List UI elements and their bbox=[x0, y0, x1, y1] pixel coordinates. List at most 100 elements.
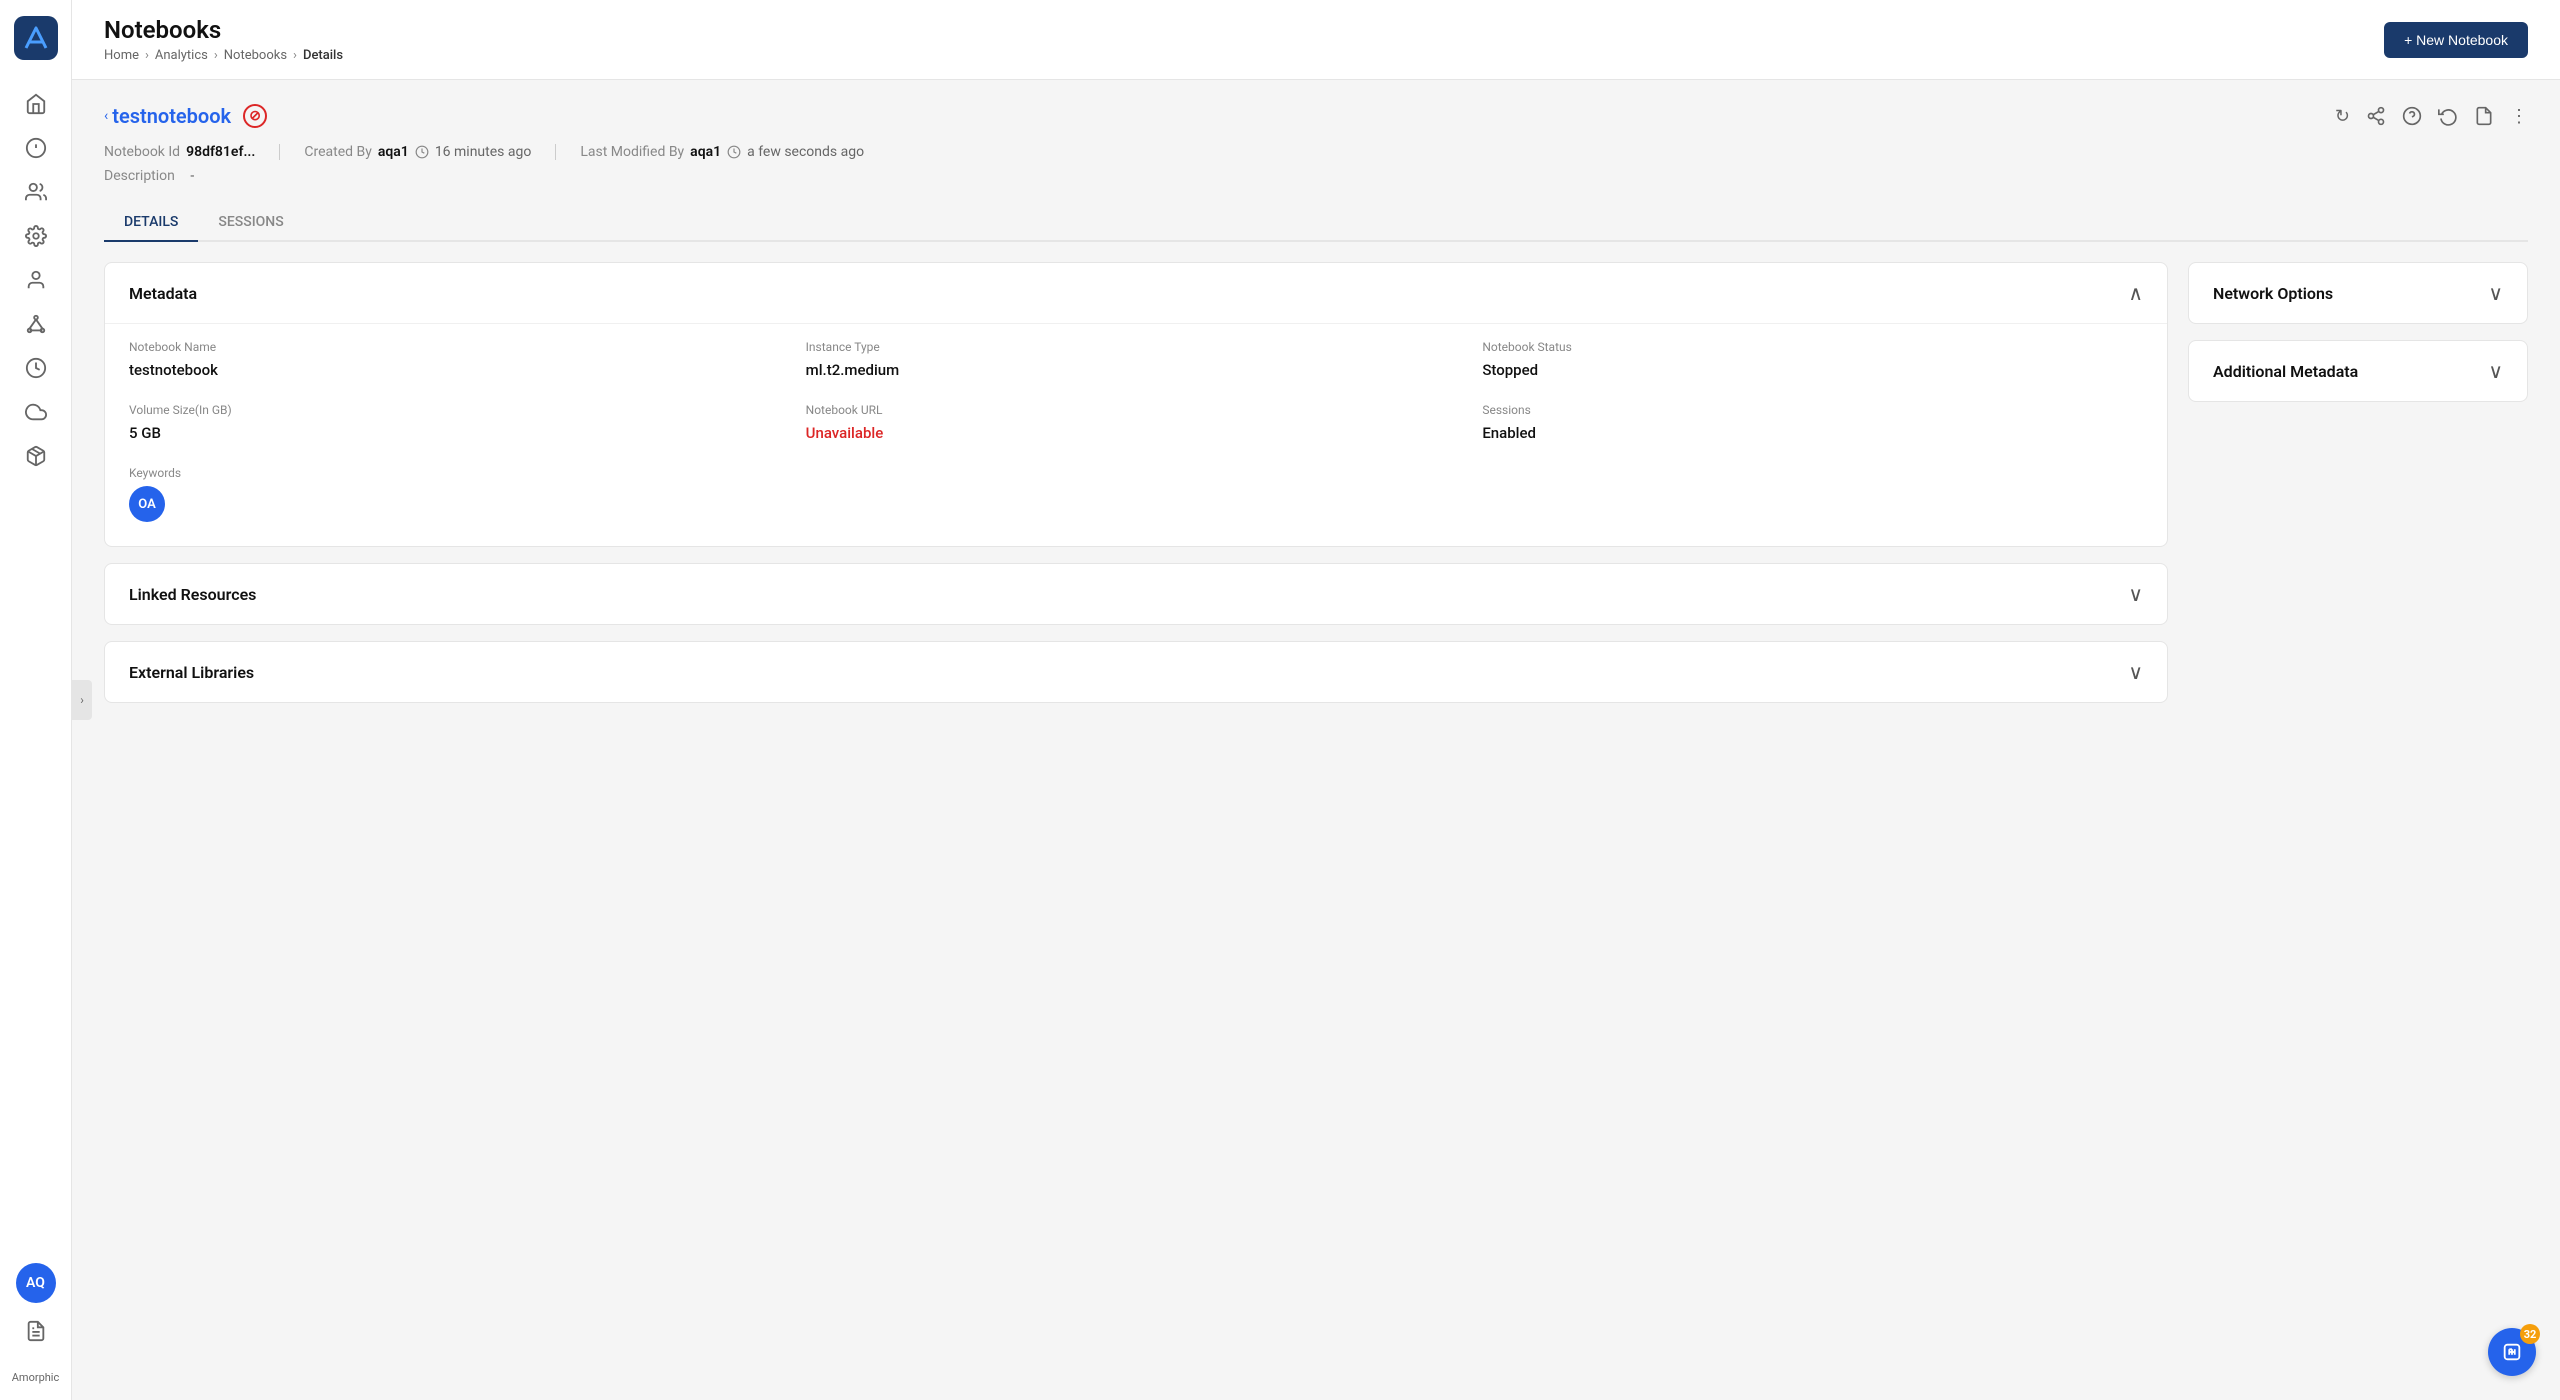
content-area: ‹ testnotebook ⊘ ↻ bbox=[72, 80, 2560, 1400]
instance-type-field: Instance Type ml.t2.medium bbox=[806, 340, 1467, 379]
linked-resources-chevron[interactable]: ∨ bbox=[2128, 582, 2143, 606]
notebook-id-value: 98df81ef... bbox=[186, 144, 255, 160]
linked-resources-header[interactable]: Linked Resources ∨ bbox=[105, 564, 2167, 624]
sessions-label: Sessions bbox=[1482, 403, 2143, 417]
notebook-status-value: Stopped bbox=[1482, 361, 1538, 379]
sidebar: AQ Amorphic bbox=[0, 0, 72, 1400]
sidebar-bottom: AQ Amorphic bbox=[12, 1263, 60, 1384]
side-column: Network Options ∨ Additional Metadata ∨ bbox=[2188, 262, 2528, 402]
back-arrow: ‹ bbox=[104, 108, 108, 124]
more-icon[interactable]: ⋮ bbox=[2510, 106, 2528, 127]
page-header-left: ‹ testnotebook ⊘ bbox=[104, 104, 267, 128]
keyword-tag-oa: OA bbox=[129, 486, 165, 522]
notebook-name-value: testnotebook bbox=[129, 361, 218, 379]
metadata-card-body: Notebook Name testnotebook Instance Type… bbox=[105, 323, 2167, 546]
notebook-name-label: Notebook Name bbox=[129, 340, 790, 354]
two-column-layout: Metadata ∧ Notebook Name testnotebook In… bbox=[104, 262, 2528, 703]
volume-size-value: 5 GB bbox=[129, 424, 161, 442]
top-header: Notebooks Home › Analytics › Notebooks ›… bbox=[72, 0, 2560, 80]
keywords-label: Keywords bbox=[129, 466, 2143, 480]
external-libraries-chevron[interactable]: ∨ bbox=[2128, 660, 2143, 684]
sidebar-item-package[interactable] bbox=[16, 436, 56, 476]
modified-by-meta: Last Modified By aqa1 a few seconds ago bbox=[580, 144, 888, 160]
external-libraries-card: External Libraries ∨ bbox=[104, 641, 2168, 703]
document-icon[interactable] bbox=[2474, 106, 2494, 126]
sidebar-item-network[interactable] bbox=[16, 304, 56, 344]
share-icon[interactable] bbox=[2366, 106, 2386, 126]
notebook-url-label: Notebook URL bbox=[806, 403, 1467, 417]
volume-size-label: Volume Size(In GB) bbox=[129, 403, 790, 417]
additional-metadata-card: Additional Metadata ∨ bbox=[2188, 340, 2528, 402]
external-libraries-header[interactable]: External Libraries ∨ bbox=[105, 642, 2167, 702]
sidebar-item-analytics[interactable] bbox=[16, 128, 56, 168]
modified-by-label: Last Modified By bbox=[580, 144, 684, 160]
metadata-chevron-up[interactable]: ∧ bbox=[2128, 281, 2143, 305]
created-by-user: aqa1 bbox=[378, 144, 409, 160]
sidebar-item-cloud[interactable] bbox=[16, 392, 56, 432]
history-icon[interactable] bbox=[2438, 106, 2458, 126]
modified-time: a few seconds ago bbox=[747, 144, 864, 160]
additional-metadata-header[interactable]: Additional Metadata ∨ bbox=[2189, 341, 2527, 401]
keywords-field: Keywords OA bbox=[129, 466, 2143, 522]
tab-details[interactable]: DETAILS bbox=[104, 204, 198, 242]
sidebar-collapse-button[interactable]: › bbox=[72, 680, 92, 720]
help-icon[interactable] bbox=[2402, 106, 2422, 126]
sidebar-item-home[interactable] bbox=[16, 84, 56, 124]
meta-row: Notebook Id 98df81ef... Created By aqa1 … bbox=[104, 144, 2528, 160]
modified-by-user: aqa1 bbox=[690, 144, 721, 160]
notification-count: 32 bbox=[2520, 1324, 2540, 1344]
refresh-icon[interactable]: ↻ bbox=[2335, 106, 2350, 127]
notebook-status-field: Notebook Status Stopped bbox=[1482, 340, 2143, 379]
additional-metadata-title: Additional Metadata bbox=[2213, 362, 2358, 381]
instance-type-label: Instance Type bbox=[806, 340, 1467, 354]
breadcrumb: Home › Analytics › Notebooks › Details bbox=[104, 48, 343, 63]
user-avatar[interactable]: AQ bbox=[16, 1263, 56, 1303]
breadcrumb-home[interactable]: Home bbox=[104, 48, 139, 63]
volume-size-field: Volume Size(In GB) 5 GB bbox=[129, 403, 790, 442]
metadata-card-header[interactable]: Metadata ∧ bbox=[105, 263, 2167, 323]
sidebar-item-person[interactable] bbox=[16, 260, 56, 300]
notification-badge[interactable]: 32 bbox=[2488, 1328, 2536, 1376]
network-options-chevron[interactable]: ∨ bbox=[2488, 281, 2503, 305]
linked-resources-title: Linked Resources bbox=[129, 585, 256, 604]
notebook-url-field: Notebook URL Unavailable bbox=[806, 403, 1467, 442]
metadata-card-title: Metadata bbox=[129, 284, 197, 303]
linked-resources-card: Linked Resources ∨ bbox=[104, 563, 2168, 625]
app-logo[interactable] bbox=[14, 16, 58, 60]
sidebar-item-settings[interactable] bbox=[16, 216, 56, 256]
breadcrumb-current: Details bbox=[303, 48, 343, 63]
keywords-list: OA bbox=[129, 486, 2143, 522]
breadcrumb-notebooks[interactable]: Notebooks bbox=[224, 48, 287, 63]
breadcrumb-sep-2: › bbox=[214, 48, 218, 63]
docs-icon[interactable] bbox=[16, 1311, 56, 1351]
new-notebook-button[interactable]: + New Notebook bbox=[2384, 22, 2528, 58]
breadcrumb-sep-1: › bbox=[145, 48, 149, 63]
created-time: 16 minutes ago bbox=[435, 144, 532, 160]
instance-type-value: ml.t2.medium bbox=[806, 361, 900, 379]
back-button[interactable]: ‹ testnotebook bbox=[104, 104, 231, 128]
created-by-label: Created By bbox=[304, 144, 371, 160]
brand-label: Amorphic bbox=[12, 1371, 60, 1384]
sidebar-item-users[interactable] bbox=[16, 172, 56, 212]
page-header: ‹ testnotebook ⊘ ↻ bbox=[104, 104, 2528, 128]
notebook-title-link[interactable]: testnotebook bbox=[112, 104, 231, 128]
modified-time-icon bbox=[727, 145, 741, 159]
created-by-meta: Created By aqa1 16 minutes ago bbox=[304, 144, 556, 160]
additional-metadata-chevron[interactable]: ∨ bbox=[2488, 359, 2503, 383]
main-content: Notebooks Home › Analytics › Notebooks ›… bbox=[72, 0, 2560, 1400]
description-value: - bbox=[190, 168, 194, 184]
sidebar-item-time[interactable] bbox=[16, 348, 56, 388]
breadcrumb-analytics[interactable]: Analytics bbox=[155, 48, 208, 63]
description-row: Description - bbox=[104, 168, 2528, 184]
notebook-url-value[interactable]: Unavailable bbox=[806, 424, 884, 442]
tabs: DETAILS SESSIONS bbox=[104, 204, 2528, 242]
breadcrumb-sep-3: › bbox=[293, 48, 297, 63]
network-options-header[interactable]: Network Options ∨ bbox=[2189, 263, 2527, 323]
notebook-id-meta: Notebook Id 98df81ef... bbox=[104, 144, 280, 160]
network-options-title: Network Options bbox=[2213, 284, 2333, 303]
cmd-icon bbox=[2501, 1341, 2523, 1363]
metadata-grid: Notebook Name testnotebook Instance Type… bbox=[129, 340, 2143, 522]
notebook-id-label: Notebook Id bbox=[104, 144, 180, 160]
tab-sessions[interactable]: SESSIONS bbox=[198, 204, 303, 242]
main-column: Metadata ∧ Notebook Name testnotebook In… bbox=[104, 262, 2168, 703]
